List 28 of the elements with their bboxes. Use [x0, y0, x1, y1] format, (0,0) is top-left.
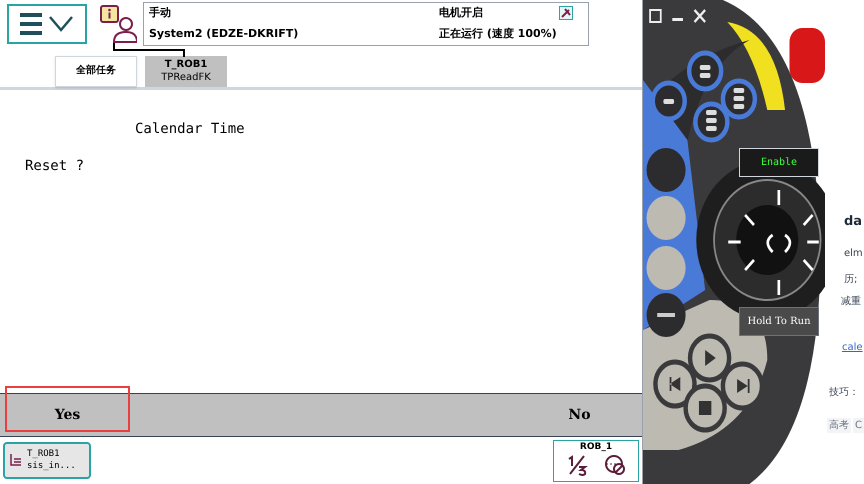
robot-icon — [559, 6, 573, 20]
speed-icon — [604, 454, 626, 476]
system-name-text: System2 (EDZE-DKRIFT) — [149, 26, 300, 42]
page-tag[interactable]: 高考 — [827, 418, 851, 433]
module-name-text: sis_in... — [27, 460, 76, 472]
task-tab[interactable]: 全部任务 — [55, 56, 137, 87]
message-title: Calendar Time — [135, 120, 245, 139]
page-link[interactable]: cale — [842, 340, 863, 355]
increment-icon — [566, 454, 588, 476]
program-icon — [9, 452, 23, 468]
mode-text: 手动 — [149, 4, 172, 21]
hold-to-run-button[interactable]: Hold To Run — [739, 307, 819, 336]
motor-state-text: 电机开启 — [439, 4, 484, 21]
task-name-text: T_ROB1 — [27, 449, 61, 460]
menu-button[interactable] — [7, 4, 87, 44]
connector-line — [113, 43, 185, 57]
dialog-button[interactable]: No — [517, 392, 642, 438]
dialog-button[interactable]: Yes — [5, 386, 130, 432]
task-tab[interactable]: T_ROB1 TPReadFK — [145, 56, 227, 87]
enable-button[interactable]: Enable — [739, 148, 819, 177]
task-button[interactable]: T_ROB1 sis_in... — [3, 442, 91, 479]
page-text: 技巧： — [829, 386, 859, 400]
menu-icon — [20, 12, 74, 36]
run-state-text: 正在运行 (速度 100%) — [439, 26, 558, 42]
page-tag[interactable]: C — [853, 418, 864, 433]
info-person-icon[interactable] — [99, 4, 137, 44]
message-prompt: Reset ? — [25, 157, 84, 176]
quickset-button[interactable]: ROB_1 — [553, 440, 639, 482]
